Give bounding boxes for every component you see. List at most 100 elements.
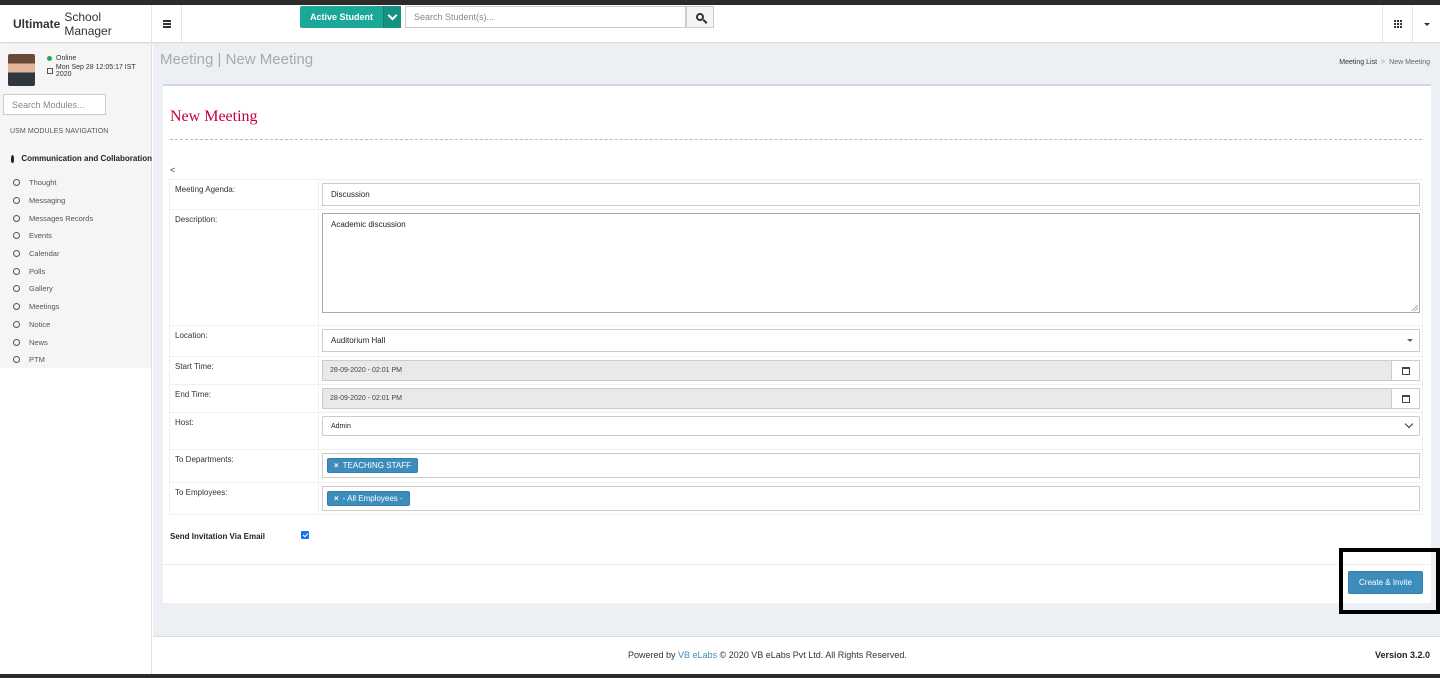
brand-bold: Ultimate	[13, 16, 61, 31]
online-status: Online	[47, 55, 76, 62]
sidebar-panel: Online Mon Sep 28 12:05:17 IST 2020 Sear…	[0, 44, 152, 369]
circle-icon	[13, 197, 20, 205]
student-search-input[interactable]: Search Student(s)...	[405, 6, 686, 28]
end-time-calendar-button[interactable]	[1392, 388, 1420, 409]
user-panel: Online Mon Sep 28 12:05:17 IST 2020	[0, 44, 151, 90]
host-select[interactable]: Admin	[322, 416, 1420, 436]
description-textarea[interactable]: Academic discussion	[322, 213, 1420, 313]
calendar-icon	[47, 68, 53, 74]
sidebar-item-messages-records[interactable]: Messages Records	[0, 209, 152, 227]
remove-tag-icon[interactable]: ×	[334, 461, 339, 470]
start-time-calendar-button[interactable]	[1392, 360, 1420, 381]
send-invitation-label: Send Invitation Via Email	[170, 532, 265, 541]
circle-icon	[13, 232, 20, 240]
company-link[interactable]: VB eLabs	[678, 650, 717, 660]
menu-toggle-button[interactable]	[152, 4, 182, 43]
powered-by-text: Powered by VB eLabs © 2020 VB eLabs Pvt …	[628, 650, 907, 660]
form-row-employees: To Employees: × - All Employees -	[169, 482, 1423, 515]
form-row-location: Location: Auditorium Hall	[169, 325, 1423, 357]
sidebar: Online Mon Sep 28 12:05:17 IST 2020 Sear…	[0, 44, 152, 674]
heading-divider	[170, 139, 1422, 140]
remove-tag-icon[interactable]: ×	[334, 494, 339, 503]
send-invitation-checkbox[interactable]	[301, 531, 309, 539]
chevron-down-icon[interactable]	[383, 6, 402, 28]
search-icon	[696, 13, 704, 21]
calendar-icon	[1401, 366, 1410, 375]
sidebar-item-events[interactable]: Events	[0, 227, 152, 245]
breadcrumb: Meeting List > New Meeting	[1339, 59, 1430, 66]
circle-icon	[13, 179, 20, 187]
circle-icon	[13, 356, 20, 364]
circle-icon	[13, 303, 20, 311]
window-bottom-strip	[0, 674, 1440, 678]
brand-rest: School Manager	[64, 9, 112, 38]
user-menu-caret[interactable]	[1412, 5, 1440, 43]
current-datetime: Mon Sep 28 12:05:17 IST 2020	[47, 64, 151, 78]
sidebar-item-calendar[interactable]: Calendar	[0, 245, 152, 263]
breadcrumb-current: New Meeting	[1389, 59, 1430, 66]
form-heading: New Meeting	[170, 108, 258, 125]
form-footer-divider	[163, 564, 1431, 565]
form-row-host: Host: Admin	[169, 412, 1423, 450]
form-row-end-time: End Time: 28-09-2020 - 02:01 PM	[169, 384, 1423, 413]
circle-icon	[13, 320, 20, 328]
chevron-down-icon	[1404, 419, 1414, 429]
employees-label: To Employees:	[169, 482, 319, 515]
top-header: Ultimate School Manager	[0, 4, 1440, 43]
end-time-label: End Time:	[169, 384, 319, 413]
location-select[interactable]: Auditorium Hall	[322, 329, 1420, 352]
circle-icon	[13, 338, 20, 346]
department-tag: × TEACHING STAFF	[327, 458, 418, 473]
host-label: Host:	[169, 412, 319, 450]
employee-tag: × - All Employees -	[327, 491, 410, 506]
breadcrumb-meeting-list[interactable]: Meeting List	[1339, 59, 1377, 66]
nav-group-communication[interactable]: Communication and Collaboration	[11, 154, 152, 163]
breadcrumb-separator: >	[1381, 59, 1386, 66]
sidebar-item-notice[interactable]: Notice	[0, 316, 152, 334]
nav-header: USM MODULES NAVIGATION	[10, 128, 109, 135]
online-dot-icon	[47, 56, 52, 61]
departments-label: To Departments:	[169, 449, 319, 483]
start-time-input[interactable]: 28-09-2020 - 02:01 PM	[322, 360, 1392, 381]
apps-button[interactable]	[1382, 5, 1412, 43]
sidebar-item-news[interactable]: News	[0, 333, 152, 351]
sidebar-item-gallery[interactable]: Gallery	[0, 280, 152, 298]
start-time-label: Start Time:	[169, 356, 319, 385]
circle-icon	[13, 214, 20, 222]
departments-multiselect[interactable]: × TEACHING STAFF	[322, 453, 1420, 478]
form-row-start-time: Start Time: 28-09-2020 - 02:01 PM	[169, 356, 1423, 385]
description-label: Description:	[169, 209, 319, 326]
nav-list: Thought Messaging Messages Records Event…	[0, 174, 152, 369]
page-title: Meeting | New Meeting	[160, 51, 314, 68]
module-search-input[interactable]: Search Modules...	[3, 94, 106, 115]
form-card: New Meeting < Meeting Agenda: Discussion…	[163, 84, 1431, 603]
sidebar-item-ptm[interactable]: PTM	[0, 351, 152, 369]
grid-icon	[1393, 20, 1402, 28]
back-link[interactable]: <	[170, 165, 175, 175]
active-student-label: Active Student	[310, 12, 374, 22]
form-row-departments: To Departments: × TEACHING STAFF	[169, 449, 1423, 483]
app-brand[interactable]: Ultimate School Manager	[0, 4, 152, 43]
end-time-input[interactable]: 28-09-2020 - 02:01 PM	[322, 388, 1392, 409]
version-text: Version 3.2.0	[1374, 650, 1430, 660]
location-label: Location:	[169, 325, 319, 357]
avatar	[8, 54, 35, 86]
sidebar-item-messaging[interactable]: Messaging	[0, 192, 152, 210]
form-row-agenda: Meeting Agenda: Discussion	[169, 179, 1423, 210]
hamburger-icon	[162, 19, 171, 28]
circle-icon	[13, 285, 20, 293]
calendar-icon	[1401, 394, 1410, 403]
sidebar-item-thought[interactable]: Thought	[0, 174, 152, 192]
sidebar-item-meetings[interactable]: Meetings	[0, 298, 152, 316]
meeting-form-table: Meeting Agenda: Discussion Description: …	[169, 179, 1423, 515]
sidebar-item-polls[interactable]: Polls	[0, 262, 152, 280]
active-student-dropdown[interactable]: Active Student	[300, 6, 402, 28]
meeting-agenda-input[interactable]: Discussion	[322, 183, 1420, 206]
palette-icon	[11, 154, 15, 163]
caret-down-icon	[1407, 339, 1413, 342]
form-row-description: Description: Academic discussion	[169, 209, 1423, 326]
create-invite-button[interactable]: Create & Invite	[1348, 571, 1423, 594]
student-search-button[interactable]	[686, 6, 714, 28]
agenda-label: Meeting Agenda:	[169, 179, 319, 210]
employees-multiselect[interactable]: × - All Employees -	[322, 486, 1420, 511]
